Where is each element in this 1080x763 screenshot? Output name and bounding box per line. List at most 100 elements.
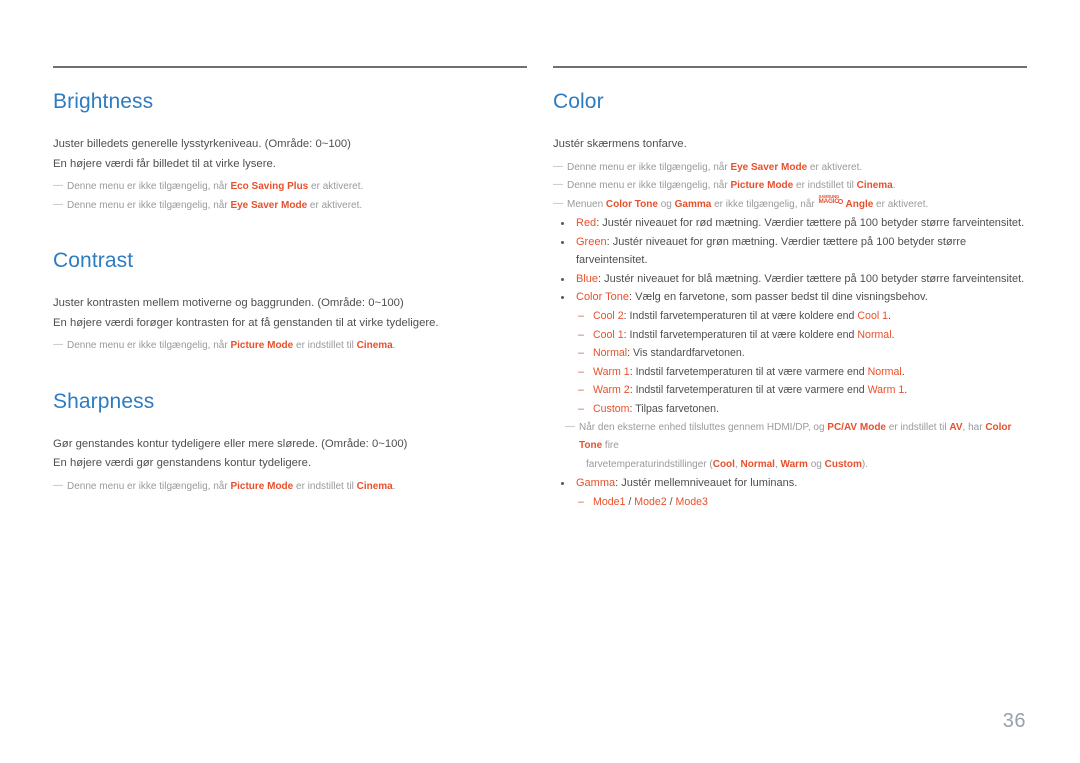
note-term-2: Cinema: [356, 480, 393, 492]
sub-bullet-cool-2: – Cool 2: Indstil farvetemperaturen til a…: [553, 307, 1027, 326]
brightness-note-1: — Denne menu er ikke tilgængelig, når Eco…: [53, 178, 527, 197]
bullet-red: Red: Justér niveauet for rød mætning. Væ…: [553, 214, 1027, 233]
note-text-end: .: [392, 340, 396, 352]
two-column-layout: Brightness Juster billedets generelle ly…: [53, 66, 1027, 511]
sub-text: : Tilpas farvetonen.: [629, 403, 720, 416]
gamma-mode-sep-2: /: [666, 495, 676, 508]
section-title-brightness: Brightness: [53, 90, 154, 113]
sub-text-end: .: [904, 384, 908, 397]
sub-bullet-dash-icon: –: [578, 347, 584, 360]
bullet-text: : Justér niveauet for blå mætning. Værdi…: [598, 272, 1025, 285]
contrast-body-line-2: En højere værdi forøger kontrasten for a…: [53, 316, 439, 329]
note-text: Menuen: [567, 198, 606, 210]
bullet-term: Gamma: [576, 477, 616, 490]
bullet-dot-icon: [561, 296, 564, 300]
gamma-mode-sep-1: /: [625, 495, 635, 508]
right-column: Color Justér skærmens tonfarve. — Denne m…: [553, 66, 1027, 511]
contrast-note-1: — Denne menu er ikke tilgængelig, når Pic…: [53, 337, 527, 356]
note-text-mid-2: er ikke tilgængelig, når: [711, 198, 818, 210]
hdmi-note-term-2: AV: [949, 421, 963, 433]
sub-term: Custom: [593, 403, 630, 416]
note-term: Picture Mode: [730, 180, 794, 192]
sub-text-end: .: [888, 310, 891, 323]
bullet-term: Color Tone: [576, 291, 629, 304]
sharpness-body-line-1: Gør genstandes kontur tydeligere eller m…: [53, 437, 408, 450]
note-term: Picture Mode: [230, 340, 294, 352]
sharpness-body-line-2: En højere værdi gør genstandens kontur t…: [53, 457, 312, 470]
hdmi-note-l2p1: farvetemperaturindstillinger (: [586, 458, 713, 470]
samsung-magic-logo-bottom: MAGIC: [818, 197, 840, 205]
sub-text: : Vis standardfarvetonen.: [627, 347, 745, 360]
sub-bullet-custom: – Custom: Tilpas farvetonen.: [553, 400, 1027, 419]
color-bullet-list: Red: Justér niveauet for rød mætning. Væ…: [553, 214, 1027, 419]
sub-ref: Normal: [857, 328, 892, 341]
sub-ref: Warm 1: [867, 384, 905, 397]
note-term-2: Gamma: [674, 198, 712, 210]
note-term: Eco Saving Plus: [230, 181, 309, 193]
bullet-blue: Blue: Justér niveauet for blå mætning. V…: [553, 270, 1027, 289]
note-term-2: Cinema: [856, 180, 893, 192]
bullet-color-tone: Color Tone: Vælg en farvetone, som passe…: [553, 288, 1027, 307]
note-text-end: .: [892, 180, 896, 192]
note-dash-icon: —: [565, 420, 575, 432]
sub-bullet-dash-icon: –: [578, 328, 584, 341]
bullet-dot-icon: [561, 240, 564, 244]
note-dash-icon: —: [553, 160, 563, 172]
note-term: Eye Saver Mode: [730, 161, 808, 173]
note-text: Denne menu er ikke tilgængelig, når: [67, 199, 231, 211]
section-title-sharpness: Sharpness: [53, 389, 155, 413]
bullet-text: : Vælg en farvetone, som passer bedst ti…: [629, 291, 928, 304]
note-term: Picture Mode: [230, 480, 294, 492]
note-dash-icon: —: [53, 479, 63, 491]
sub-text-end: .: [891, 328, 895, 341]
gamma-mode-1: Mode1: [593, 495, 626, 508]
gamma-mode-3: Mode3: [675, 495, 708, 508]
gamma-mode-2: Mode2: [634, 495, 667, 508]
bullet-text: : Justér niveauet for rød mætning. Værdi…: [596, 217, 1025, 230]
bullet-green: Green: Justér niveauet for grøn mætning.…: [553, 233, 1027, 270]
section-title-color: Color: [553, 90, 604, 113]
sub-text: : Indstil farvetemperaturen til at være …: [623, 310, 858, 323]
color-hdmi-note: — Når den eksterne enhed tilsluttes genne…: [553, 419, 1027, 475]
left-column: Brightness Juster billedets generelle ly…: [53, 66, 527, 511]
sub-bullet-dash-icon: –: [578, 365, 584, 378]
sub-bullet-normal: – Normal: Vis standardfarvetonen.: [553, 344, 1027, 363]
note-dash-icon: —: [553, 197, 563, 209]
note-text: Denne menu er ikke tilgængelig, når: [567, 180, 731, 192]
contrast-body-line-1: Juster kontrasten mellem motiverne og ba…: [53, 297, 404, 310]
section-sharpness: Sharpness Gør genstandes kontur tydelige…: [53, 390, 527, 497]
bullet-term: Green: [576, 235, 607, 248]
sharpness-note-1: — Denne menu er ikke tilgængelig, når Pic…: [53, 478, 527, 497]
note-text-mid: er indstillet til: [793, 180, 857, 192]
sub-text: : Indstil farvetemperaturen til at være …: [629, 384, 868, 397]
note-text-end: er aktiveret.: [307, 199, 363, 211]
note-text-mid: er indstillet til: [293, 480, 357, 492]
sub-term: Normal: [593, 347, 628, 360]
note-text-end: er aktiveret.: [873, 198, 929, 210]
document-page: Brightness Juster billedets generelle ly…: [0, 0, 1080, 763]
color-note-1: — Denne menu er ikke tilgængelig, når Eye…: [553, 159, 1027, 178]
sub-term: Warm 1: [593, 365, 630, 378]
sub-bullet-dash-icon: –: [578, 403, 584, 416]
sub-text: : Indstil farvetemperaturen til at være …: [623, 328, 858, 341]
hdmi-note-p4: fire: [602, 440, 619, 452]
sub-bullet-cool-1: – Cool 1: Indstil farvetemperaturen til a…: [553, 326, 1027, 345]
bullet-term: Blue: [576, 272, 599, 285]
bullet-text: : Justér mellemniveauet for luminans.: [615, 477, 798, 490]
note-term-3: Angle: [845, 198, 874, 210]
sub-bullet-warm-1: – Warm 1: Indstil farvetemperaturen til a…: [553, 363, 1027, 382]
note-dash-icon: —: [53, 198, 63, 210]
hdmi-note-l2t4: Custom: [824, 458, 862, 470]
right-column-rule: [553, 66, 1027, 68]
bullet-dot-icon: [561, 482, 564, 486]
hdmi-note-l2p4: og: [807, 458, 825, 470]
bullet-term: Red: [576, 217, 597, 230]
hdmi-note-p2: er indstillet til: [886, 421, 950, 433]
note-term: Color Tone: [605, 198, 658, 210]
page-number: 36: [1002, 710, 1026, 732]
note-dash-icon: —: [553, 179, 563, 191]
hdmi-note-term-1: PC/AV Mode: [827, 421, 886, 433]
hdmi-note-l2p5: ).: [861, 458, 868, 470]
hdmi-note-p1: Når den eksterne enhed tilsluttes gennem…: [579, 421, 828, 433]
bullet-gamma: Gamma: Justér mellemniveauet for luminan…: [553, 474, 1027, 493]
